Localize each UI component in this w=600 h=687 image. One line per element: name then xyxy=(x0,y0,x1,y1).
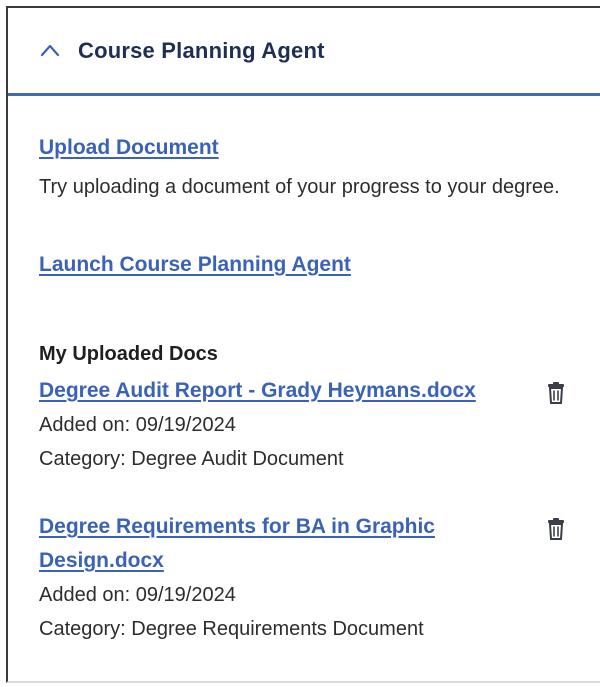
doc-category: Category: Degree Requirements Document xyxy=(39,618,424,640)
doc-added-date: Added on: 09/19/2024 xyxy=(39,414,236,436)
launch-course-planning-agent-link[interactable]: Launch Course Planning Agent xyxy=(39,253,351,277)
chevron-up-icon[interactable] xyxy=(40,43,60,57)
my-uploaded-docs-heading: My Uploaded Docs xyxy=(39,343,218,365)
uploaded-doc-item: Degree Audit Report - Grady Heymans.docx… xyxy=(39,374,584,476)
doc-link-degree-requirements[interactable]: Degree Requirements for BA in Graphic De… xyxy=(39,510,499,578)
doc-added-date: Added on: 09/19/2024 xyxy=(39,584,236,606)
doc-link-degree-audit-report[interactable]: Degree Audit Report - Grady Heymans.docx xyxy=(39,374,499,408)
uploaded-doc-item: Degree Requirements for BA in Graphic De… xyxy=(39,510,584,646)
trash-icon[interactable] xyxy=(547,518,565,540)
course-planning-agent-panel: Course Planning Agent Upload Document Tr… xyxy=(6,6,600,683)
upload-description: Try uploading a document of your progres… xyxy=(39,176,560,198)
upload-document-link[interactable]: Upload Document xyxy=(39,136,219,160)
panel-title: Course Planning Agent xyxy=(78,38,325,63)
doc-category: Category: Degree Audit Document xyxy=(39,448,344,470)
trash-icon[interactable] xyxy=(547,382,565,404)
panel-header[interactable]: Course Planning Agent xyxy=(8,8,600,96)
